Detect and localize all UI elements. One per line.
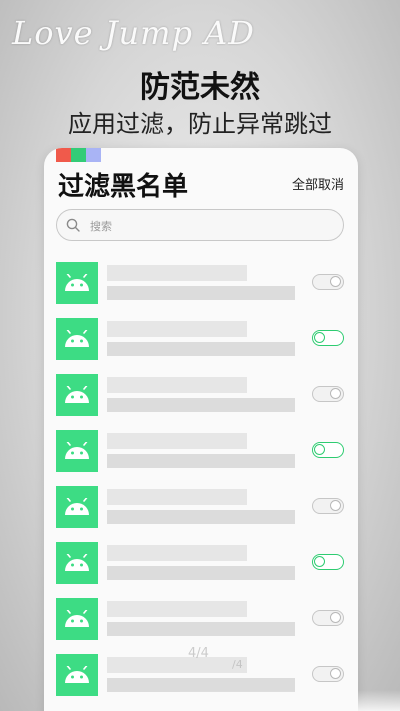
app-name-placeholder [107, 657, 247, 673]
app-package-placeholder [107, 566, 295, 580]
app-name-placeholder [107, 489, 247, 505]
toggle-knob [330, 276, 341, 287]
app-filter-toggle[interactable] [312, 330, 344, 346]
android-icon [65, 666, 89, 683]
brand-watermark: Love Jump AD [12, 14, 255, 52]
color-bar-blue [86, 148, 101, 162]
app-filter-toggle[interactable] [312, 442, 344, 458]
app-filter-toggle[interactable] [312, 554, 344, 570]
app-package-placeholder [107, 342, 295, 356]
app-icon [56, 374, 98, 416]
color-bar-green [71, 148, 86, 162]
app-icon [56, 262, 98, 304]
bottom-fade [180, 690, 400, 711]
android-icon [65, 330, 89, 347]
app-row[interactable] [44, 430, 358, 486]
app-name-placeholder [107, 321, 247, 337]
app-icon [56, 654, 98, 696]
app-name-placeholder [107, 545, 247, 561]
app-package-placeholder [107, 398, 295, 412]
app-name-placeholder [107, 377, 247, 393]
android-icon [65, 498, 89, 515]
android-icon [65, 386, 89, 403]
android-icon [65, 442, 89, 459]
toggle-knob [330, 668, 341, 679]
toggle-knob [314, 556, 325, 567]
toggle-knob [314, 444, 325, 455]
app-icon [56, 598, 98, 640]
app-filter-toggle[interactable] [312, 386, 344, 402]
app-package-placeholder [107, 286, 295, 300]
app-filter-toggle[interactable] [312, 498, 344, 514]
app-name-placeholder [107, 265, 247, 281]
toggle-knob [330, 500, 341, 511]
color-bars [56, 148, 101, 162]
toggle-knob [330, 388, 341, 399]
phone-screen: 过滤黑名单 全部取消 搜索 [44, 148, 358, 711]
app-icon [56, 486, 98, 528]
app-icon [56, 430, 98, 472]
app-name-placeholder [107, 601, 247, 617]
search-placeholder: 搜索 [90, 220, 112, 233]
page-indicator: 4/4 [188, 646, 209, 661]
app-filter-toggle[interactable] [312, 666, 344, 682]
deselect-all-button[interactable]: 全部取消 [292, 174, 344, 193]
android-icon [65, 274, 89, 291]
app-row[interactable] [44, 542, 358, 598]
app-filter-toggle[interactable] [312, 274, 344, 290]
subheadline: 应用过滤，防止异常跳过 [68, 110, 332, 138]
search-icon [66, 218, 80, 232]
app-list [44, 262, 358, 710]
android-icon [65, 610, 89, 627]
app-row[interactable] [44, 374, 358, 430]
app-package-placeholder [107, 622, 295, 636]
toggle-knob [314, 332, 325, 343]
app-row[interactable] [44, 262, 358, 318]
app-package-placeholder [107, 510, 295, 524]
app-row[interactable] [44, 318, 358, 374]
page-title: 过滤黑名单 [58, 172, 189, 202]
app-name-placeholder [107, 433, 247, 449]
android-icon [65, 554, 89, 571]
toggle-knob [330, 612, 341, 623]
app-icon [56, 318, 98, 360]
search-input[interactable]: 搜索 [56, 209, 344, 241]
app-icon [56, 542, 98, 584]
app-row[interactable] [44, 486, 358, 542]
page-indicator-ghost: /4 [232, 658, 243, 671]
headline: 防范未然 [140, 70, 260, 105]
app-package-placeholder [107, 454, 295, 468]
app-filter-toggle[interactable] [312, 610, 344, 626]
color-bar-red [56, 148, 71, 162]
